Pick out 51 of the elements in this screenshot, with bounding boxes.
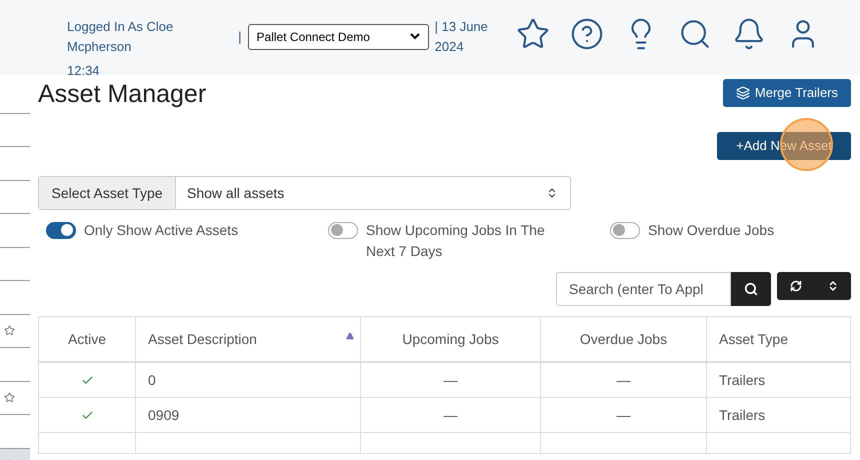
search-icon (744, 282, 758, 296)
sidebar-item[interactable] (0, 180, 30, 214)
toggle-switch[interactable] (46, 222, 76, 238)
asset-type-select[interactable]: Select Asset Type Show all assets (38, 176, 571, 210)
merge-trailers-button[interactable]: Merge Trailers (722, 79, 851, 107)
sidebar-item[interactable] (0, 314, 30, 348)
column-header[interactable]: Active (39, 317, 136, 361)
help-icon[interactable] (570, 17, 604, 51)
separator-text: | (238, 28, 242, 46)
company-select[interactable]: Pallet Connect Demo (248, 24, 429, 50)
sidebar-item[interactable] (0, 248, 30, 281)
table-cell: — (361, 398, 541, 432)
asset-type-value: Show all assets (186, 184, 286, 202)
chevron-down-icon (410, 33, 420, 40)
sort-ascending-icon (346, 332, 354, 340)
toggle-switch[interactable] (328, 222, 358, 238)
sidebar-item[interactable] (0, 114, 30, 147)
star-icon (4, 325, 15, 336)
check-icon (80, 374, 94, 386)
table-cell: — (541, 363, 707, 397)
refresh-icon (790, 280, 802, 292)
column-header[interactable]: Asset Description (136, 317, 361, 361)
table-cell: — (541, 398, 707, 432)
search-field[interactable]: Search (enter To Appl (556, 272, 731, 306)
column-header[interactable]: Asset Type (707, 317, 850, 361)
toggle-label: Show Overdue Jobs (648, 221, 774, 240)
table-cell: 0 (136, 363, 361, 397)
toggle-label: Show Upcoming Jobs In The Next 7 Days (366, 221, 546, 261)
time-text: 12:34 (67, 62, 101, 80)
refresh-menu-button[interactable] (777, 272, 851, 300)
table-cell: 0909 (136, 398, 361, 432)
star-icon[interactable] (516, 17, 550, 51)
search-button[interactable] (731, 272, 771, 306)
column-header[interactable]: Overdue Jobs (541, 317, 707, 361)
star-icon (4, 392, 15, 404)
table-cell: — (361, 363, 541, 397)
table-cell-text: Trailers (718, 406, 766, 424)
check-icon (80, 408, 94, 422)
search-icon[interactable] (678, 17, 712, 51)
logged-in-text: Logged In As Cloe Mcpherson (67, 18, 174, 56)
toggle-label: Only Show Active Assets (84, 221, 238, 240)
sort-arrows-icon (546, 187, 558, 199)
toggle-switch[interactable] (610, 222, 640, 238)
asset-type-label: Select Asset Type (39, 177, 176, 209)
table-cell-text: Trailers (718, 370, 766, 390)
column-header[interactable]: Upcoming Jobs (361, 317, 541, 361)
notification-bell-icon[interactable] (732, 17, 766, 51)
sidebar-item[interactable] (0, 382, 30, 415)
page-title: Asset Manager (38, 79, 206, 109)
date-text: | 13 June 2024 (434, 18, 489, 56)
layers-icon (736, 86, 750, 100)
